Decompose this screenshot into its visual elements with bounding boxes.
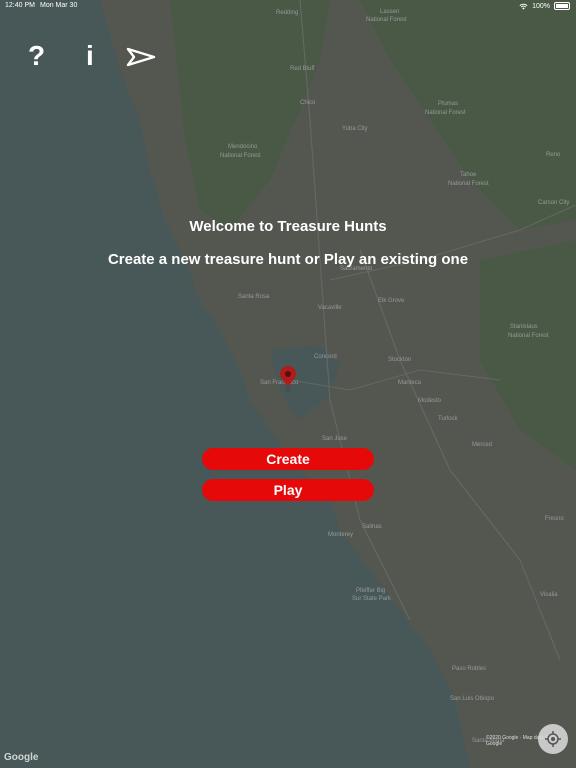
status-indicators: 100% [519, 2, 570, 10]
status-bar: 12:40 PM Mon Mar 30 100% [0, 0, 576, 14]
battery-percent: 100% [532, 2, 550, 10]
google-logo: Google [4, 752, 39, 763]
help-question-icon[interactable]: ? [28, 40, 45, 72]
play-button[interactable]: Play [202, 479, 374, 501]
status-time: 12:40 PM [5, 2, 35, 9]
info-icon[interactable]: i [86, 40, 94, 72]
wifi-icon [519, 3, 528, 10]
welcome-title: Welcome to Treasure Hunts [189, 218, 387, 235]
welcome-subtitle: Create a new treasure hunt or Play an ex… [107, 251, 469, 268]
create-button[interactable]: Create [202, 448, 374, 470]
crosshair-icon [545, 731, 561, 747]
my-location-button[interactable] [538, 724, 568, 754]
location-pin-icon[interactable] [280, 366, 296, 392]
battery-icon [554, 2, 570, 10]
status-date: Mon Mar 30 [40, 2, 78, 9]
navigation-arrow-icon[interactable] [126, 46, 156, 68]
